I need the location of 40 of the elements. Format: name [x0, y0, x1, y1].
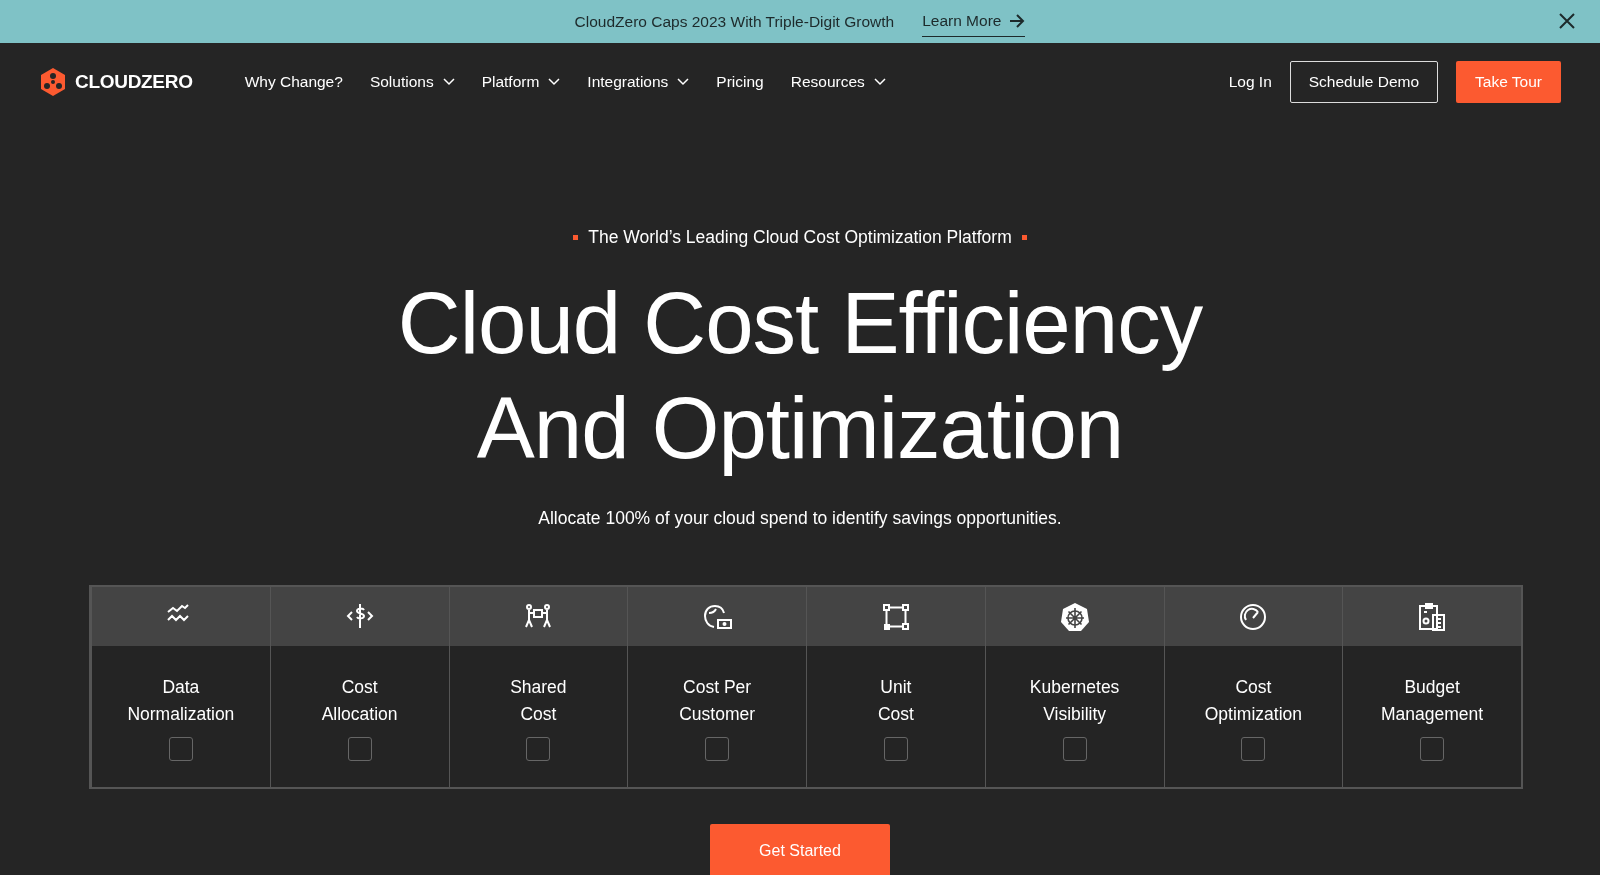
- nav-link[interactable]: Why Change?: [244, 72, 343, 91]
- checkbox[interactable]: [168, 737, 193, 761]
- checkbox[interactable]: [347, 737, 372, 761]
- logo-icon[interactable]: [38, 66, 68, 97]
- logo-text[interactable]: CLOUDZERO: [75, 70, 193, 93]
- feature-label: Cost Per Customer: [679, 676, 756, 726]
- nav-link[interactable]: Pricing: [716, 72, 764, 91]
- announcement-text: CloudZero Caps 2023 With Triple-Digit Growth: [574, 12, 895, 31]
- nav-link[interactable]: Resources: [790, 72, 886, 91]
- close-icon[interactable]: [1558, 12, 1576, 30]
- feature-label: Cost Allocation: [321, 676, 398, 726]
- subtitle-text: Allocate 100% of your cloud spend to identify savings opportunities.: [538, 508, 1062, 529]
- feature-label: Unit Cost: [877, 676, 914, 726]
- helm-wheel-icon: [1059, 601, 1090, 632]
- headline-line: And Optimization: [475, 378, 1125, 478]
- schedule-demo-button[interactable]: Schedule Demo: [1289, 60, 1439, 103]
- feature-label: Kubernetes Visibility: [1029, 676, 1120, 726]
- nav-link[interactable]: Platform: [481, 72, 561, 91]
- connected-squares-icon: [880, 601, 911, 632]
- checkbox[interactable]: [883, 737, 908, 761]
- nav-link[interactable]: Integrations: [587, 72, 690, 91]
- square-bullet-icon: [573, 235, 579, 240]
- log-in-link[interactable]: Log In: [1228, 72, 1272, 91]
- checkbox[interactable]: [1420, 737, 1445, 761]
- feature-label: Data Normalization: [127, 676, 235, 726]
- checkbox[interactable]: [526, 737, 551, 761]
- clipboard-calculator-icon: [1417, 601, 1448, 632]
- checkbox[interactable]: [705, 737, 730, 761]
- feature-label: Cost Optimization: [1204, 676, 1302, 726]
- checkbox[interactable]: [1241, 737, 1266, 761]
- eyebrow-text: The World’s Leading Cloud Cost Optimization Platform: [588, 227, 1012, 248]
- feature-label: Budget Management: [1381, 676, 1484, 726]
- headline-line: Cloud Cost Efficiency: [397, 273, 1203, 373]
- square-bullet-icon: [1021, 235, 1027, 240]
- nav-link[interactable]: Solutions: [369, 72, 455, 91]
- checkbox[interactable]: [1062, 737, 1087, 761]
- feature-label: Shared Cost: [510, 676, 567, 726]
- arrow-icon: [1009, 14, 1026, 28]
- learn-more-link[interactable]: Learn More: [922, 6, 1026, 37]
- gauge-icon: [1238, 601, 1269, 632]
